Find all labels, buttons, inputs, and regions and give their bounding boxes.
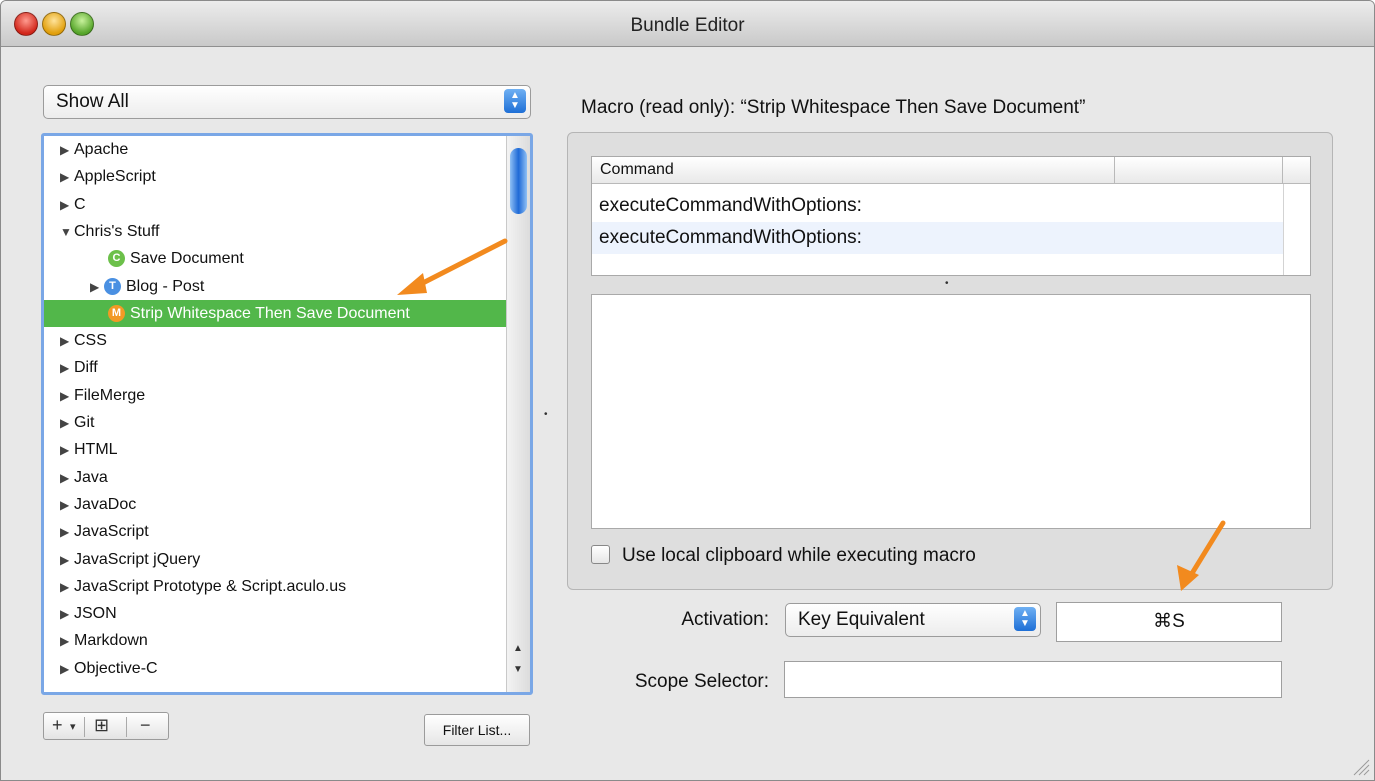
bundle-item[interactable]: ▶ HTML	[44, 436, 506, 463]
split-view-handle-icon[interactable]: •	[544, 409, 548, 420]
scrollbar-thumb[interactable]	[510, 148, 527, 214]
activation-value: Key Equivalent	[798, 609, 925, 630]
bundle-item[interactable]: ▶ JavaScript Prototype & Script.aculo.us	[44, 573, 506, 600]
scroll-up-arrow-icon[interactable]: ▲	[513, 643, 523, 654]
annotation-arrow	[397, 238, 508, 295]
column-header-command[interactable]: Command	[600, 161, 674, 179]
disclosure-triangle-icon[interactable]: ▶	[60, 601, 74, 628]
table-scrollbar[interactable]	[1283, 184, 1310, 275]
bundle-item-label: Blog - Post	[126, 277, 205, 295]
remove-button[interactable]: −	[140, 715, 151, 736]
disclosure-triangle-icon[interactable]: ▶	[90, 274, 104, 301]
bundle-item-label: Apache	[74, 141, 129, 158]
bundle-item-label: JavaDoc	[74, 495, 137, 513]
bundle-item[interactable]: ▶ Java	[44, 464, 506, 491]
bundle-item[interactable]: ▶ C	[44, 191, 506, 218]
bundle-item-label: Save Document	[130, 250, 244, 268]
macro-title: Macro (read only): “Strip Whitespace The…	[581, 97, 1086, 118]
disclosure-triangle-icon[interactable]: ▶	[60, 328, 74, 355]
use-local-clipboard-label: Use local clipboard while executing macr…	[622, 545, 976, 566]
bundle-outline-list[interactable]: ▶ Objective-C ▶ Markdown ▶ JSON ▶ JavaScript Pr…	[41, 133, 533, 695]
table-row[interactable]: executeCommandWithOptions:	[592, 222, 1284, 254]
bundle-item-label: JavaScript Prototype & Script.aculo.us	[74, 577, 347, 595]
disclosure-triangle-icon[interactable]: ▼	[60, 219, 74, 246]
bundle-item-label: Git	[74, 414, 95, 431]
list-scrollbar[interactable]: ▲ ▼	[506, 136, 530, 692]
bundle-item[interactable]: ▶ Objective-C	[44, 655, 506, 682]
bundle-item-label: JavaScript jQuery	[74, 550, 201, 568]
bundle-item[interactable]: ▶ Markdown	[44, 627, 506, 654]
bundle-item[interactable]: ▶ JSON	[44, 600, 506, 627]
bundle-filter-value: Show All	[56, 91, 129, 112]
bundle-item-label: HTML	[74, 441, 118, 459]
table-header: Command	[592, 157, 1310, 184]
bundle-item[interactable]: ▶ JavaDoc	[44, 491, 506, 518]
disclosure-triangle-icon[interactable]: ▶	[60, 410, 74, 437]
resize-grip-icon[interactable]	[1350, 756, 1370, 776]
bundle-item[interactable]: ▶ JavaScript	[44, 518, 506, 545]
disclosure-triangle-icon[interactable]: ▶	[60, 355, 74, 382]
bundle-item-label: JavaScript	[74, 523, 149, 541]
disclosure-triangle-icon[interactable]: ▶	[60, 492, 74, 519]
macro-command-table[interactable]: Command executeCommandWithOptions: execu…	[591, 156, 1311, 276]
use-local-clipboard-checkbox[interactable]	[591, 545, 610, 564]
bundle-editor-window: Bundle Editor Show All ▲ ▼ ▶ Objective-C ▶ M…	[0, 0, 1375, 781]
disclosure-triangle-icon[interactable]: ▶	[60, 547, 74, 574]
bundle-item-kind-icon: C	[108, 250, 125, 268]
disclosure-triangle-icon[interactable]: ▶	[60, 192, 74, 219]
disclosure-triangle-icon[interactable]: ▶	[60, 519, 74, 546]
add-menu-chevron-icon[interactable]: ▾	[70, 720, 76, 733]
bundle-item-label: CSS	[74, 332, 107, 350]
disclosure-triangle-icon[interactable]: ▶	[60, 656, 74, 683]
bundle-item-label: Objective-C	[74, 659, 158, 677]
bundle-item-label: AppleScript	[74, 168, 156, 186]
disclosure-triangle-icon[interactable]: ▶	[60, 574, 74, 601]
title-bar: Bundle Editor	[1, 1, 1374, 47]
bundle-item-label: Strip Whitespace Then Save Document	[130, 304, 410, 322]
scroll-down-arrow-icon[interactable]: ▼	[513, 664, 523, 675]
key-equivalent-field[interactable]: ⌘S	[1056, 602, 1282, 642]
bundle-item-label: Java	[74, 468, 108, 486]
scope-selector-label: Scope Selector:	[634, 671, 769, 692]
disclosure-triangle-icon[interactable]: ▶	[60, 383, 74, 410]
disclosure-triangle-icon[interactable]: ▶	[60, 164, 74, 191]
disclosure-triangle-icon[interactable]: ▶	[60, 437, 74, 464]
list-action-buttons: + ▾ ⊞ −	[43, 712, 169, 740]
command-detail-area[interactable]	[591, 294, 1311, 529]
add-group-button[interactable]: ⊞	[94, 715, 109, 736]
bundle-item[interactable]: ▶ Git	[44, 409, 506, 436]
popup-stepper-icon: ▲ ▼	[1014, 607, 1036, 631]
bundle-child-item[interactable]: M Strip Whitespace Then Save Document	[44, 299, 506, 327]
bundle-item-label: Diff	[74, 359, 98, 377]
bundle-item[interactable]: ▶ FileMerge	[44, 382, 506, 409]
table-splitter-handle-icon[interactable]: •	[945, 278, 949, 289]
disclosure-triangle-icon[interactable]: ▶	[60, 137, 74, 164]
bundle-item[interactable]: ▶ AppleScript	[44, 163, 506, 190]
popup-stepper-icon: ▲ ▼	[504, 89, 526, 113]
disclosure-triangle-icon[interactable]: ▶	[60, 628, 74, 655]
add-button[interactable]: +	[52, 715, 63, 736]
activation-popup[interactable]: Key Equivalent ▲ ▼	[785, 603, 1041, 637]
bundle-item-label: C	[74, 195, 86, 213]
bundle-item-kind-icon: M	[108, 305, 125, 323]
bundle-item-kind-icon: T	[104, 277, 121, 295]
bundle-filter-popup[interactable]: Show All ▲ ▼	[43, 85, 531, 119]
scope-selector-input[interactable]	[784, 661, 1282, 698]
window-title: Bundle Editor	[630, 15, 745, 36]
bundle-item-label: Chris's Stuff	[74, 222, 160, 240]
disclosure-triangle-icon[interactable]: ▶	[60, 465, 74, 492]
bundle-item[interactable]: ▶ CSS	[44, 327, 506, 354]
bundle-item-label: Markdown	[74, 632, 148, 650]
bundle-item[interactable]: ▶ JavaScript jQuery	[44, 546, 506, 573]
annotation-arrow	[1177, 520, 1226, 591]
activation-label: Activation:	[681, 609, 769, 630]
filter-list-button[interactable]: Filter List...	[424, 714, 530, 746]
bundle-item-label: FileMerge	[74, 386, 146, 404]
table-row[interactable]: executeCommandWithOptions:	[592, 190, 1284, 222]
bundle-item[interactable]: ▶ Apache	[44, 136, 506, 163]
bundle-item[interactable]: ▶ Diff	[44, 354, 506, 381]
bundle-item-label: JSON	[74, 605, 117, 623]
